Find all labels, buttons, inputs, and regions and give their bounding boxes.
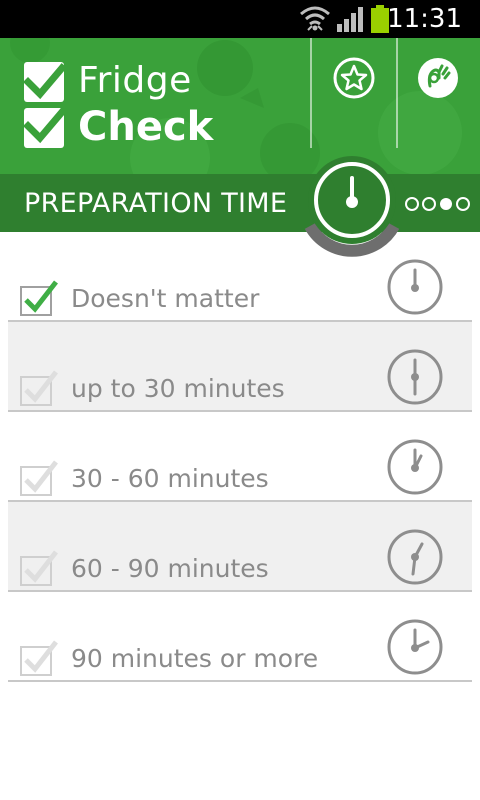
app-name-line1: Fridge (78, 60, 192, 101)
clock-90plus-icon (386, 618, 444, 676)
preparation-time-list: Doesn't matter up to 30 minutes 30 - 60 … (8, 232, 472, 682)
app-name-line2: Check (78, 104, 214, 150)
option-label: Doesn't matter (71, 284, 260, 313)
clock-30-icon (386, 348, 444, 406)
hand-ok-icon (418, 58, 458, 98)
page-indicator (404, 196, 476, 216)
header-pattern (10, 38, 462, 174)
status-time: 11:31 (387, 4, 462, 34)
checkbox-unchecked-icon[interactable] (20, 548, 58, 586)
clock-90-icon (386, 528, 444, 586)
favorites-button[interactable] (332, 56, 376, 100)
app-logo-icon (22, 60, 68, 154)
page-dot (456, 197, 470, 211)
option-label: 90 minutes or more (71, 644, 319, 673)
page-dot (405, 197, 419, 211)
option-90-plus[interactable]: 90 minutes or more (8, 592, 472, 682)
app-header: Fridge Check (0, 38, 480, 174)
clock-neutral-icon (386, 258, 444, 316)
header-divider (310, 38, 312, 148)
header-divider (396, 38, 398, 148)
option-30-60[interactable]: 30 - 60 minutes (8, 412, 472, 502)
page-dot (422, 197, 436, 211)
settings-button[interactable] (416, 56, 460, 100)
checkbox-unchecked-icon[interactable] (20, 638, 58, 676)
option-label: 30 - 60 minutes (71, 464, 269, 493)
option-up-to-30[interactable]: up to 30 minutes (8, 322, 472, 412)
option-label: up to 30 minutes (71, 374, 285, 403)
page-dot-active (440, 198, 452, 210)
star-circle-icon (333, 57, 375, 99)
checkbox-unchecked-icon[interactable] (20, 458, 58, 496)
checkbox-unchecked-icon[interactable] (20, 368, 58, 406)
status-bar: 11:31 (0, 0, 480, 38)
option-label: 60 - 90 minutes (71, 554, 269, 583)
checkbox-checked-icon[interactable] (20, 278, 58, 316)
option-doesnt-matter[interactable]: Doesn't matter (8, 232, 472, 322)
option-60-90[interactable]: 60 - 90 minutes (8, 502, 472, 592)
clock-60-icon (386, 438, 444, 496)
signal-icon (336, 4, 366, 38)
section-title: PREPARATION TIME (24, 188, 288, 219)
wifi-icon (298, 4, 332, 38)
